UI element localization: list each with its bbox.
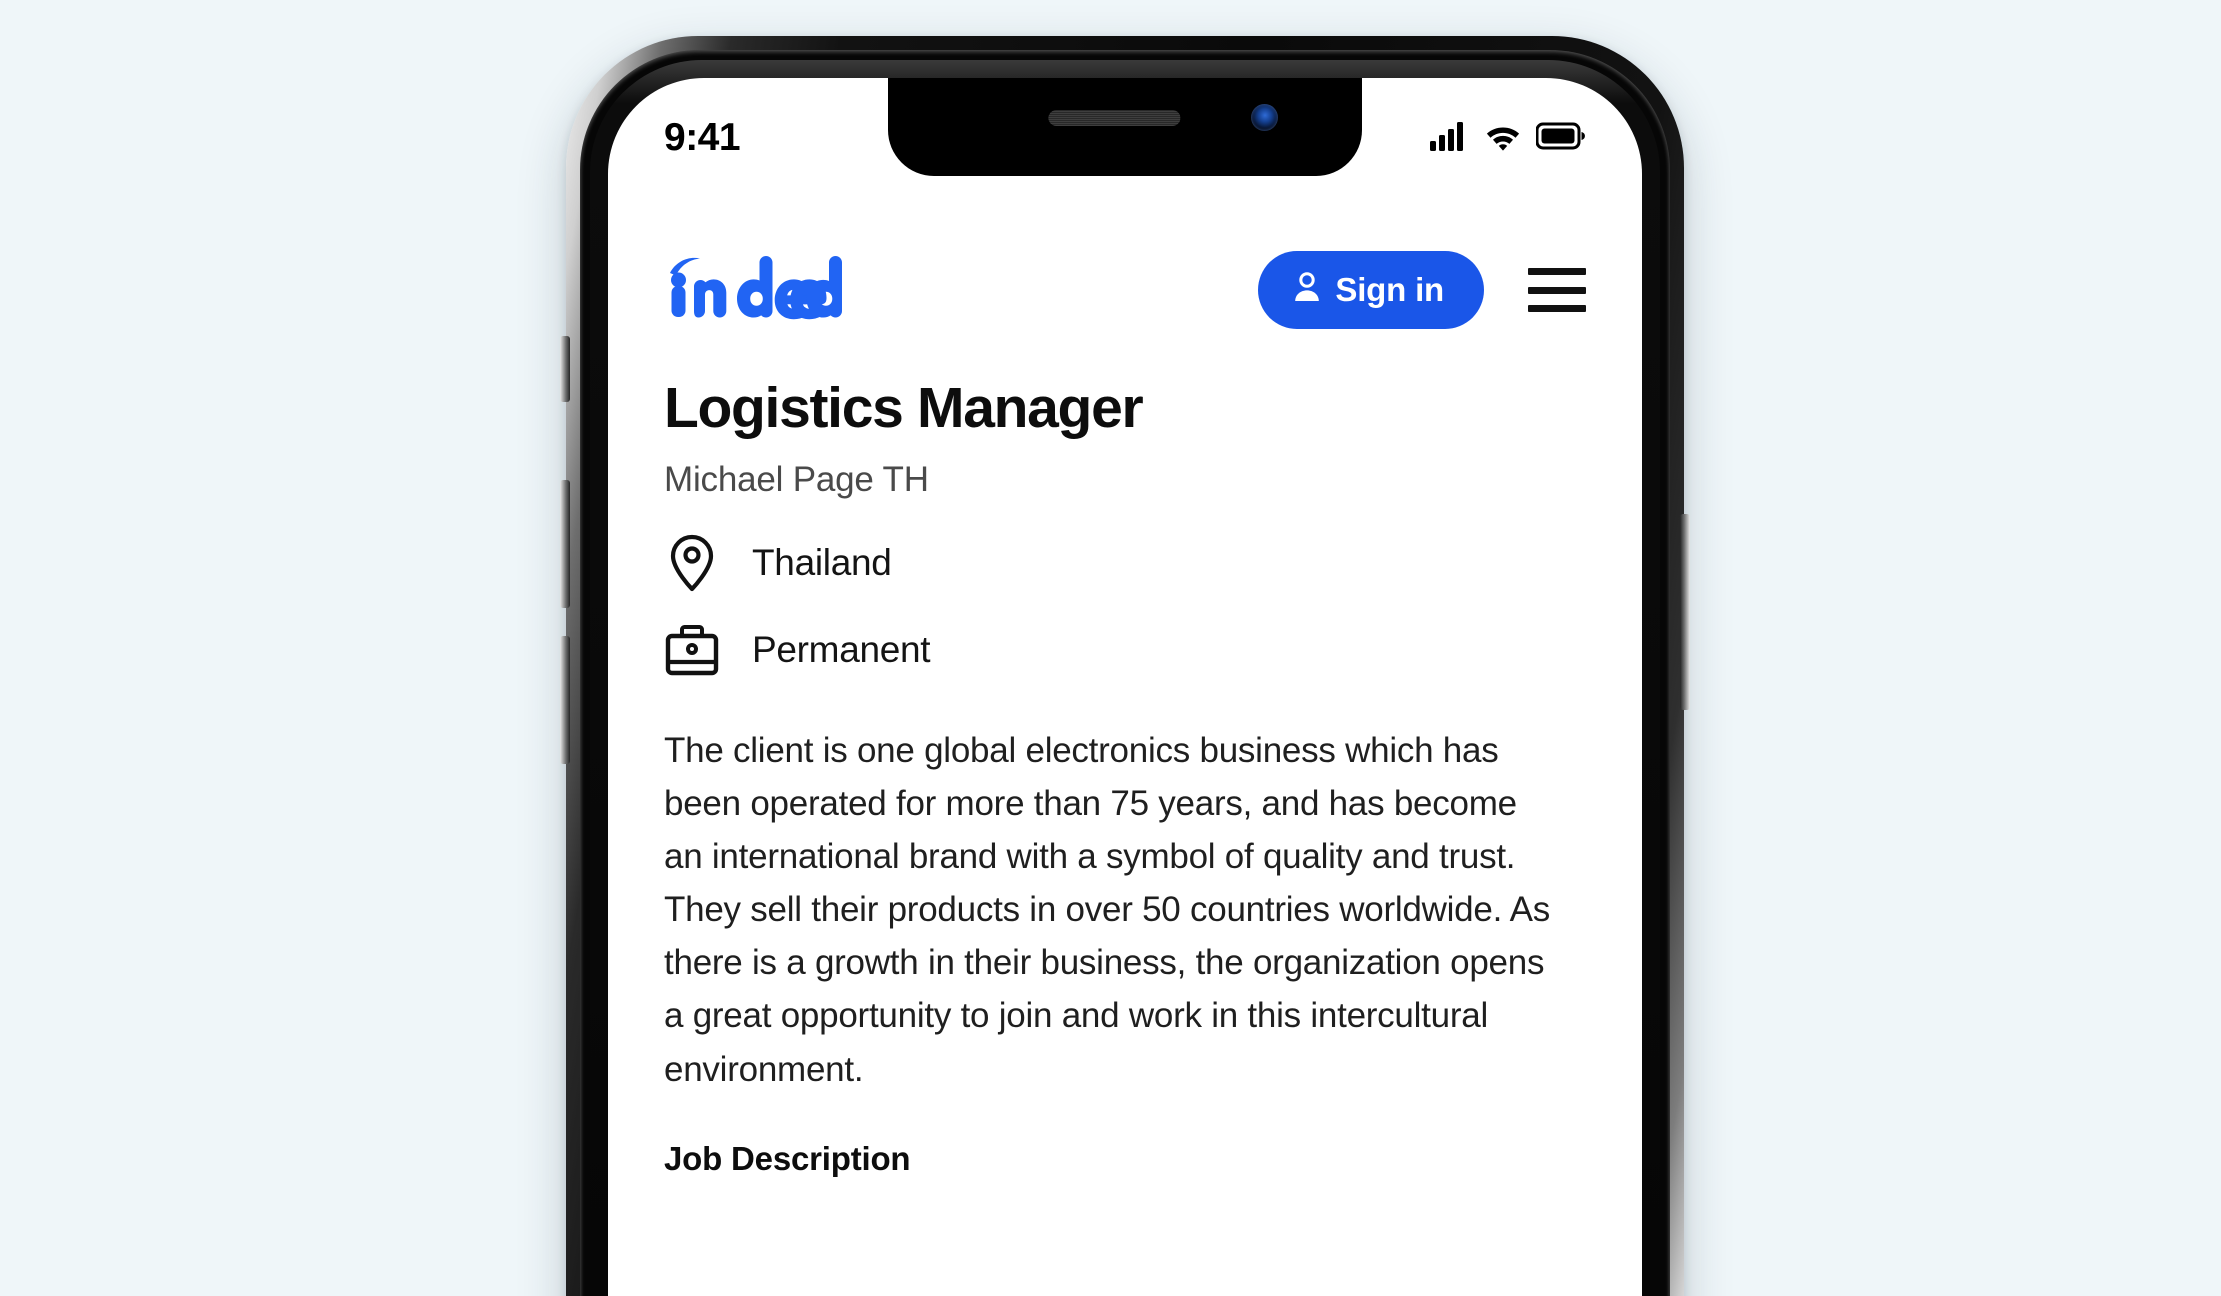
phone-device: 9:41 Sign in Logistics Manager Michael P… <box>560 36 1690 1296</box>
battery-icon <box>1535 122 1586 155</box>
hamburger-menu-icon[interactable] <box>1528 268 1586 312</box>
phone-screen: 9:41 Sign in Logistics Manager Michael P… <box>608 78 1642 1296</box>
hamburger-bar <box>1528 268 1586 275</box>
app-header: Sign in <box>608 230 1642 350</box>
job-location-row: Thailand <box>664 534 1586 592</box>
page-title: Logistics Manager <box>664 376 1144 440</box>
job-type-row: Permanent <box>664 624 1586 676</box>
job-description-heading: Job Description <box>664 1139 911 1177</box>
user-icon <box>1292 271 1322 308</box>
sign-in-button[interactable]: Sign in <box>1258 251 1484 329</box>
power-button[interactable] <box>1680 514 1690 710</box>
sign-in-label: Sign in <box>1335 271 1444 308</box>
hamburger-bar <box>1528 286 1586 294</box>
job-type-label: Permanent <box>752 628 931 670</box>
job-summary: The client is one global electronics bus… <box>664 730 1550 1089</box>
job-location-label: Thailand <box>752 541 892 583</box>
volume-up-button[interactable] <box>560 480 570 608</box>
indeed-logo[interactable] <box>664 255 848 325</box>
cellular-signal-icon <box>1430 121 1470 156</box>
company-name: Michael Page TH <box>664 459 929 499</box>
hamburger-bar <box>1528 305 1586 312</box>
scene: 9:41 Sign in Logistics Manager Michael P… <box>0 0 2221 1296</box>
status-bar: 9:41 <box>608 78 1642 176</box>
silent-switch[interactable] <box>560 336 570 402</box>
briefcase-icon <box>664 624 720 676</box>
header-actions: Sign in <box>1258 251 1586 329</box>
status-bar-time: 9:41 <box>664 116 741 159</box>
wifi-icon <box>1484 121 1522 156</box>
status-bar-icons <box>1430 121 1586 156</box>
location-pin-icon <box>664 534 720 592</box>
volume-down-button[interactable] <box>560 636 570 764</box>
job-posting: Logistics Manager Michael Page TH Thaila… <box>608 376 1642 1296</box>
